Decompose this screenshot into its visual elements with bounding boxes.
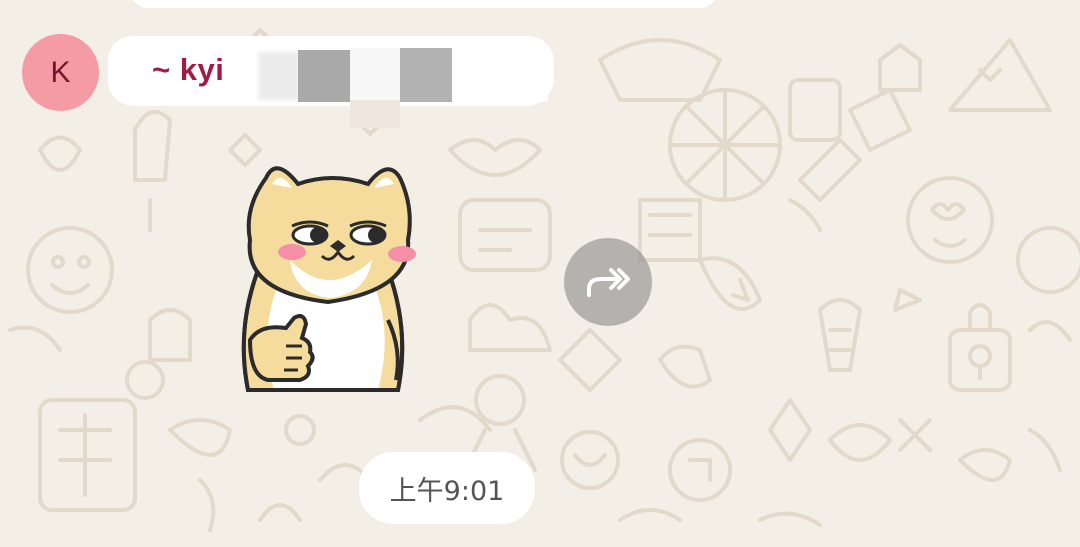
avatar-initial: K [50, 55, 71, 89]
timestamp-text: 上午9:01 [389, 475, 505, 507]
sender-name: ~ kyi [152, 52, 225, 87]
message-timestamp: 上午9:01 [359, 452, 535, 524]
shiba-inu-thumbs-up-sticker[interactable] [228, 150, 438, 400]
sender-avatar[interactable]: K [22, 34, 99, 111]
previous-message-bubble [130, 0, 718, 8]
redacted-sender-number [258, 46, 550, 130]
forward-button[interactable] [564, 238, 652, 326]
forward-icon [587, 268, 630, 297]
